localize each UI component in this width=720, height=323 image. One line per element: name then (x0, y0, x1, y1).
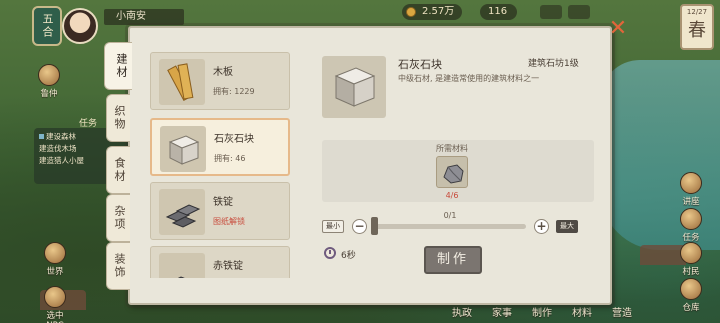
side-button-world[interactable]: 世界 (38, 242, 72, 277)
decrease-quantity-button[interactable]: − (352, 219, 367, 234)
bottom-tab-govern[interactable]: 执政 (452, 304, 472, 319)
hud-slot[interactable] (568, 5, 590, 19)
task-icon (680, 208, 702, 230)
energy-display[interactable]: 116 (480, 4, 518, 20)
season-label: 春 (688, 20, 706, 41)
bottom-tab-materials[interactable]: 材料 (572, 304, 592, 319)
bottom-tab-household[interactable]: 家事 (492, 304, 512, 319)
side-button-tasks[interactable]: 任务 (674, 208, 708, 243)
selected-item-image (322, 56, 386, 118)
tab-fabric[interactable]: 织物 (106, 94, 130, 142)
stone-ore-icon[interactable] (436, 156, 468, 188)
selected-item-title: 石灰石块 (398, 58, 442, 71)
hud-slot[interactable] (540, 5, 562, 19)
side-button-warehouse[interactable]: 仓库 (674, 278, 708, 313)
craft-time: 6秒 (341, 251, 356, 261)
tab-food[interactable]: 食材 (106, 146, 130, 194)
required-materials-label: 所需材料 (436, 144, 468, 153)
increase-quantity-button[interactable]: + (534, 219, 549, 234)
season-calendar[interactable]: 12/27 春 (680, 4, 714, 50)
red-iron-ingot-icon (159, 253, 205, 278)
min-quantity-button[interactable]: 最小 (322, 220, 344, 233)
side-button-lecture[interactable]: 讲座 (674, 172, 708, 207)
npc-icon (44, 286, 66, 308)
side-button-villagers[interactable]: 村民 (674, 242, 708, 277)
quest-bullet-icon (39, 134, 44, 139)
recipe-item-red-iron-ingot[interactable]: 赤铁锭 (150, 246, 290, 278)
quantity-slider-handle[interactable] (371, 217, 378, 235)
warehouse-icon (680, 278, 702, 300)
globe-icon (44, 242, 66, 264)
energy-value: 116 (488, 6, 508, 17)
recipe-name: 木板 (213, 67, 233, 78)
villager-icon (680, 242, 702, 264)
craft-quantity: 0/1 (443, 211, 457, 220)
quantity-slider[interactable] (374, 224, 526, 229)
tab-decoration[interactable]: 装饰 (106, 242, 130, 290)
craft-button[interactable]: 制作 (424, 246, 482, 274)
recipe-list[interactable]: 木板 拥有: 1229 石灰石块 拥有: 46 铁锭 图纸解锁 赤铁锭 (148, 48, 294, 278)
bottom-tab-craft[interactable]: 制作 (532, 304, 552, 319)
coin-icon (406, 7, 416, 17)
recipe-unlock-requirement: 图纸解锁 (213, 217, 245, 226)
iron-ingot-icon (159, 189, 205, 235)
recipe-name: 铁锭 (213, 197, 233, 208)
player-level-badge[interactable]: 五合 (32, 6, 62, 46)
recipe-item-limestone-block[interactable]: 石灰石块 拥有: 46 (150, 118, 290, 176)
currency-display[interactable]: 2.57万 (402, 4, 463, 20)
currency-value: 2.57万 (422, 6, 455, 17)
clock-icon (324, 247, 336, 259)
side-button-select-npc[interactable]: 选中NPC (38, 286, 72, 323)
close-icon[interactable]: ✕ (608, 18, 628, 40)
side-button-luzhong[interactable]: 鲁仲 (32, 64, 66, 99)
season-date: 12/27 (686, 8, 708, 16)
wood-plank-icon (159, 59, 205, 105)
recipe-owned: 拥有: 1229 (213, 87, 255, 96)
recipe-item-wood-plank[interactable]: 木板 拥有: 1229 (150, 52, 290, 110)
max-quantity-button[interactable]: 最大 (556, 220, 578, 233)
recipe-name: 赤铁锭 (213, 261, 243, 272)
material-count: 4/6 (445, 191, 459, 200)
scroll-icon (38, 64, 60, 86)
limestone-block-icon (160, 126, 206, 172)
tab-misc[interactable]: 杂项 (106, 194, 130, 242)
bottom-tab-construct[interactable]: 营造 (612, 304, 632, 319)
recipe-item-iron-ingot[interactable]: 铁锭 图纸解锁 (150, 182, 290, 240)
player-name: 小南安 (104, 9, 184, 25)
selected-item-description: 中级石材, 是建造常使用的建筑材料之一 (398, 74, 540, 83)
workshop-requirement: 建筑石坊1级 (528, 59, 579, 69)
recipe-name: 石灰石块 (214, 134, 254, 145)
recipe-owned: 拥有: 46 (214, 154, 246, 163)
lecture-icon (680, 172, 702, 194)
player-avatar[interactable] (62, 8, 98, 44)
tab-building-materials[interactable]: 建材 (104, 42, 132, 90)
